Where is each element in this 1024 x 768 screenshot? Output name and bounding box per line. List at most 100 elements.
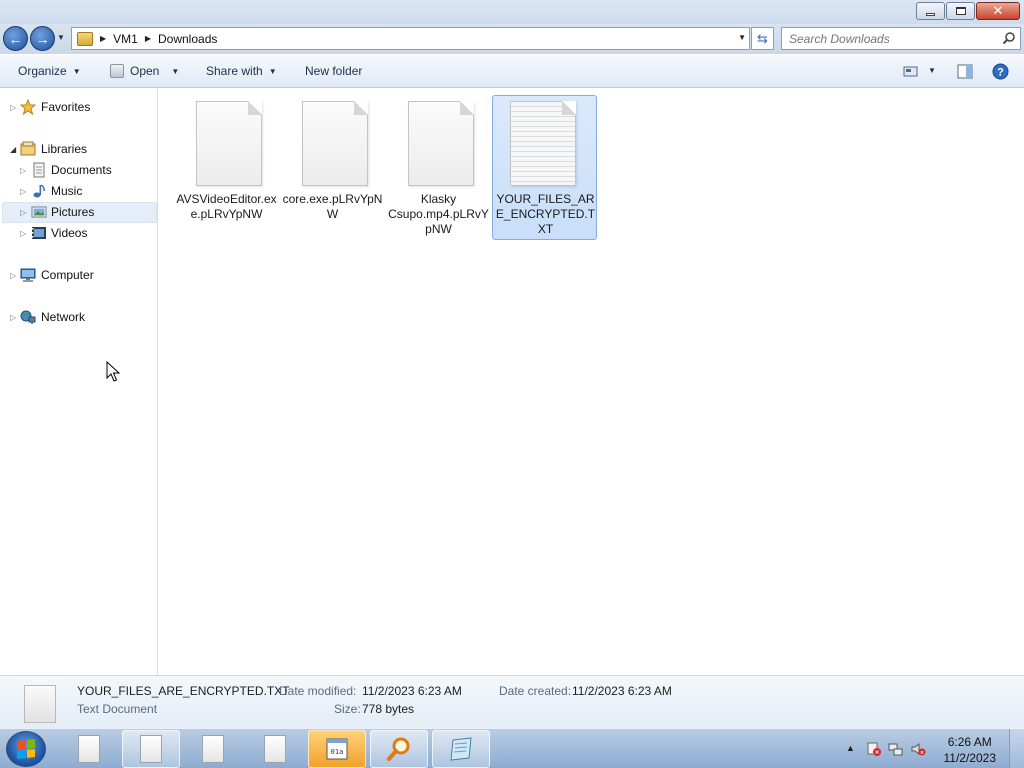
taskbar-item-active[interactable] [122,730,180,768]
back-button[interactable]: ← [3,26,28,51]
show-desktop-button[interactable] [1009,729,1024,768]
file-item-selected[interactable]: YOUR_FILES_ARE_ENCRYPTED.TXT [492,95,597,240]
nav-network[interactable]: ▷ Network [0,307,158,327]
nav-pictures[interactable]: ▷ Pictures [0,202,158,222]
taskbar-item[interactable] [60,730,118,768]
open-button[interactable]: Open ▼ [110,64,179,78]
network-status-icon[interactable] [888,741,904,757]
restore-icon [955,7,966,15]
size-value: 778 bytes [362,702,415,716]
notepad-app-icon: 01a [326,738,348,760]
recent-pages-dropdown[interactable]: ▼ [57,33,65,42]
expand-arrow-icon[interactable]: ▷ [10,271,16,280]
share-with-button[interactable]: Share with ▼ [206,64,277,78]
forward-button[interactable]: → [30,26,55,51]
view-options-dropdown-icon[interactable]: ▼ [928,66,936,75]
forward-arrow-icon: → [35,30,50,47]
taskbar-item[interactable] [184,730,242,768]
system-tray: ▲ × × 6:26 AM 11/2/2023 [834,729,1024,768]
change-view-icon[interactable] [903,64,919,79]
file-item[interactable]: Klasky Csupo.mp4.pLRvYpNW [386,95,491,240]
file-name: core.exe.pLRvYpNW [282,192,383,221]
date-created-label: Date created: [499,684,572,698]
date-modified-label: Date modified: [279,684,357,698]
date-created-value: 11/2/2023 6:23 AM [572,684,672,698]
details-filename: YOUR_FILES_ARE_ENCRYPTED.TXT [77,684,290,698]
window-controls: ✕ [916,2,1020,20]
svg-text:×: × [875,750,879,757]
taskbar-item[interactable] [246,730,304,768]
expand-arrow-icon[interactable]: ▷ [20,187,26,196]
breadcrumb-chevron-icon[interactable]: ▶ [145,34,151,43]
nav-libraries-label: Libraries [41,142,88,156]
expand-arrow-icon[interactable]: ▷ [20,208,26,217]
close-icon: ✕ [992,3,1004,18]
magnifier-icon [387,737,410,761]
action-center-icon[interactable]: × [866,741,882,757]
preview-pane-icon[interactable] [957,64,973,79]
document-icon [140,735,162,763]
nav-documents[interactable]: ▷ Documents [0,160,158,180]
nav-music[interactable]: ▷ Music [0,181,158,201]
expand-arrow-icon[interactable]: ▷ [20,166,26,175]
nav-computer[interactable]: ▷ Computer [0,265,158,285]
computer-icon [20,268,36,282]
file-item[interactable]: AVSVideoEditor.exe.pLRvYpNW [174,95,279,240]
nav-music-label: Music [51,184,83,198]
restore-button[interactable] [946,2,975,20]
nav-videos[interactable]: ▷ Videos [0,223,158,243]
nav-favorites-label: Favorites [41,100,91,114]
notepad-icon [450,737,472,761]
taskbar-item-app[interactable]: 01a [308,730,366,768]
nav-videos-label: Videos [51,226,88,240]
search-input[interactable] [782,28,992,49]
address-bar[interactable]: ▶ VM1 ▶ Downloads ▼ [71,27,750,50]
nav-libraries[interactable]: ◢ Libraries [0,139,158,159]
start-button[interactable] [6,731,46,767]
expand-arrow-icon[interactable]: ▷ [20,229,26,238]
nav-favorites[interactable]: ▷ Favorites [0,97,158,117]
chevron-down-icon[interactable]: ▼ [171,67,179,76]
size-label: Size: [334,702,361,716]
collapse-arrow-icon[interactable]: ◢ [10,145,16,154]
chevron-down-icon: ▼ [72,66,81,76]
clock[interactable]: 6:26 AM 11/2/2023 [944,734,997,766]
file-icon [302,101,368,186]
taskbar-item-app[interactable] [432,730,490,768]
minimize-button[interactable] [916,2,945,20]
videos-icon [32,227,46,239]
nav-documents-label: Documents [51,163,112,177]
new-folder-button[interactable]: New folder [305,64,362,78]
breadcrumb-vm1[interactable]: VM1 [113,32,138,46]
share-with-label: Share with [206,64,263,78]
address-row: ← → ▼ ▶ VM1 ▶ Downloads ▼ ⇆ [0,24,1024,54]
taskbar-item-app[interactable] [370,730,428,768]
text-document-icon [510,101,576,186]
minimize-icon [926,12,935,16]
search-icon[interactable] [1002,31,1016,45]
close-button[interactable]: ✕ [976,2,1020,20]
file-name: YOUR_FILES_ARE_ENCRYPTED.TXT [495,192,596,236]
volume-muted-icon[interactable]: × [910,741,926,757]
refresh-button[interactable]: ⇆ [751,27,774,50]
file-item[interactable]: core.exe.pLRvYpNW [280,95,385,240]
expand-arrow-icon[interactable]: ▷ [10,103,16,112]
file-icon [196,101,262,186]
breadcrumb-chevron-icon[interactable]: ▶ [100,34,106,43]
address-dropdown-icon[interactable]: ▼ [738,33,746,42]
libraries-icon [20,141,36,156]
help-icon[interactable]: ? [992,63,1009,80]
clock-time: 6:26 AM [947,735,992,749]
file-list-view[interactable]: AVSVideoEditor.exe.pLRvYpNW core.exe.pLR… [159,89,1024,675]
details-pane: YOUR_FILES_ARE_ENCRYPTED.TXT Text Docume… [0,675,1024,728]
search-box[interactable] [781,27,1021,50]
svg-text:×: × [920,751,924,757]
breadcrumb-downloads[interactable]: Downloads [158,32,217,46]
windows-logo-icon [17,739,35,759]
date-modified-value: 11/2/2023 6:23 AM [362,684,462,698]
documents-icon [33,162,45,178]
organize-button[interactable]: Organize ▼ [18,64,81,78]
expand-arrow-icon[interactable]: ▷ [10,313,16,322]
show-hidden-icons-icon[interactable]: ▲ [846,743,862,759]
folder-icon [77,31,93,46]
